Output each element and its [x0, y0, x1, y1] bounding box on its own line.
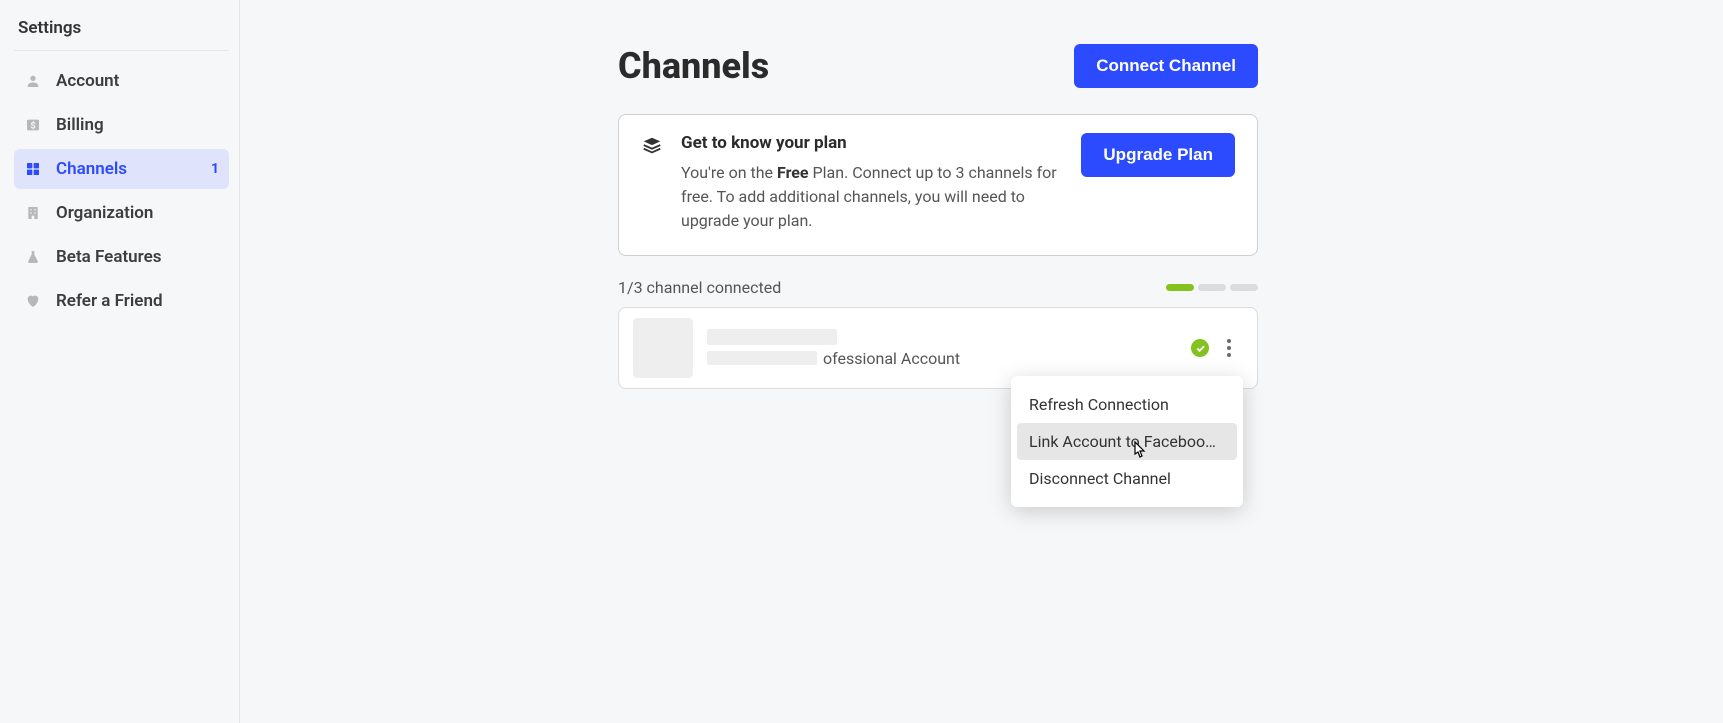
- sidebar-item-label: Billing: [56, 115, 104, 135]
- channel-menu-button[interactable]: [1219, 334, 1239, 362]
- channel-status-row: 1/3 channel connected: [618, 278, 1258, 297]
- page-header: Channels Connect Channel: [618, 44, 1258, 88]
- sidebar-item-organization[interactable]: Organization: [14, 193, 229, 233]
- flask-icon: [24, 248, 42, 266]
- channel-avatar: [633, 318, 693, 378]
- svg-text:$: $: [30, 120, 35, 131]
- dropdown-item-refresh-connection[interactable]: Refresh Connection: [1017, 386, 1237, 423]
- channel-subtitle: ofessional Account: [707, 349, 1177, 368]
- progress-pill: [1230, 284, 1258, 291]
- sidebar-item-label: Channels: [56, 159, 127, 179]
- main-content: Channels Connect Channel Get to know you…: [240, 0, 1723, 723]
- check-icon: [1191, 339, 1209, 357]
- page-title: Channels: [618, 45, 769, 87]
- sidebar-item-beta-features[interactable]: Beta Features: [14, 237, 229, 277]
- person-icon: [24, 72, 42, 90]
- sidebar-item-channels[interactable]: Channels 1: [14, 149, 229, 189]
- dropdown-item-link-facebook[interactable]: Link Account to Faceboo…: [1017, 423, 1237, 460]
- sidebar-item-label: Refer a Friend: [56, 291, 163, 311]
- sidebar-item-refer-friend[interactable]: Refer a Friend: [14, 281, 229, 321]
- progress-pill: [1198, 284, 1226, 291]
- sidebar-item-account[interactable]: Account: [14, 61, 229, 101]
- channel-subtitle-redacted: [707, 351, 817, 365]
- plan-card: Get to know your plan You're on the Free…: [618, 114, 1258, 256]
- sidebar-item-badge: 1: [211, 161, 219, 177]
- grid-icon: [24, 160, 42, 178]
- plan-description: You're on the Free Plan. Connect up to 3…: [681, 161, 1063, 233]
- channel-name-redacted: [707, 329, 837, 345]
- sidebar-item-label: Account: [56, 71, 119, 91]
- sidebar-item-label: Beta Features: [56, 247, 162, 267]
- layers-icon: [641, 135, 663, 157]
- heart-icon: [24, 292, 42, 310]
- sidebar-item-label: Organization: [56, 203, 153, 223]
- channel-count-text: 1/3 channel connected: [618, 278, 781, 297]
- dollar-icon: $: [24, 116, 42, 134]
- sidebar-title: Settings: [14, 14, 229, 51]
- building-icon: [24, 204, 42, 222]
- channel-dropdown-menu: Refresh Connection Link Account to Faceb…: [1011, 376, 1243, 507]
- upgrade-plan-button[interactable]: Upgrade Plan: [1081, 133, 1235, 177]
- settings-sidebar: Settings Account $ Billing Channels 1 Or: [0, 0, 240, 723]
- plan-title: Get to know your plan: [681, 133, 1063, 153]
- connect-channel-button[interactable]: Connect Channel: [1074, 44, 1258, 88]
- channel-progress-pills: [1166, 284, 1258, 291]
- sidebar-item-billing[interactable]: $ Billing: [14, 105, 229, 145]
- progress-pill: [1166, 284, 1194, 291]
- channel-card: ofessional Account Refresh Connection Li…: [618, 307, 1258, 389]
- dropdown-item-disconnect-channel[interactable]: Disconnect Channel: [1017, 460, 1237, 497]
